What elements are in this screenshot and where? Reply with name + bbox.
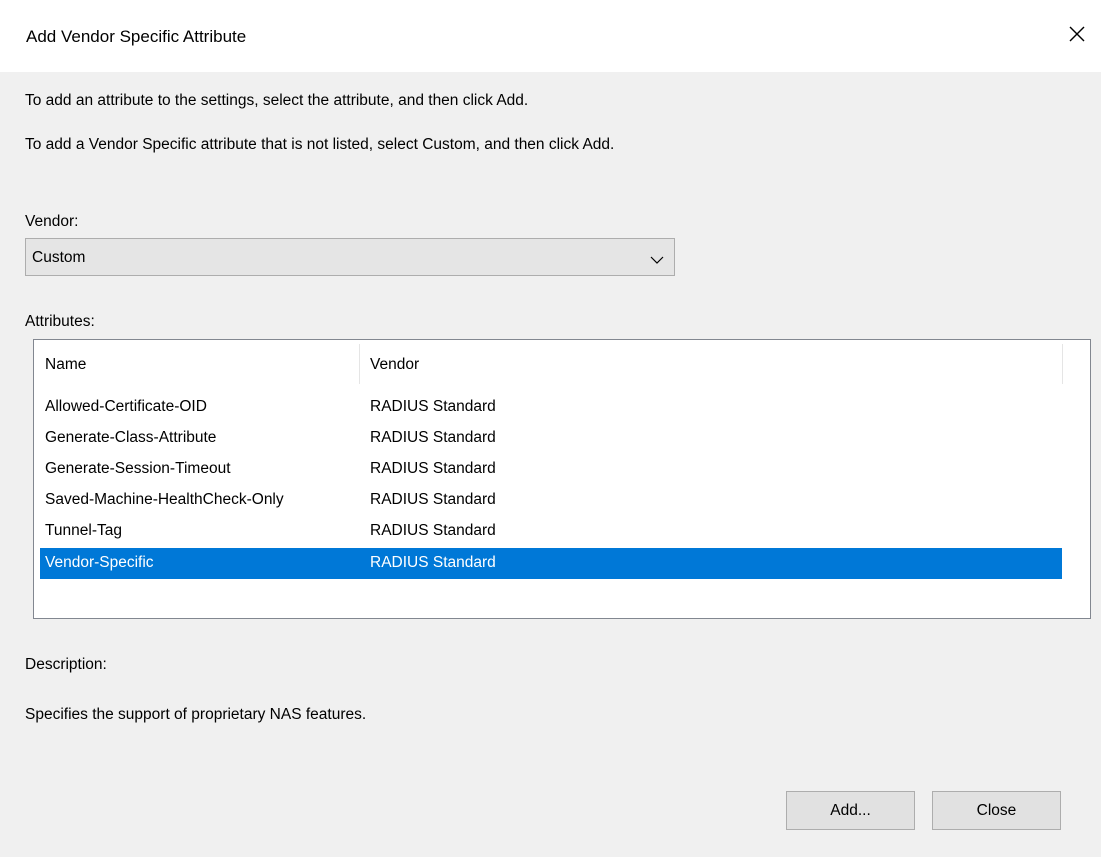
instruction-line-2: To add a Vendor Specific attribute that … <box>25 136 615 153</box>
add-button[interactable]: Add... <box>786 791 915 830</box>
chevron-down-icon <box>650 252 664 264</box>
attribute-vendor: RADIUS Standard <box>370 398 496 415</box>
attribute-name: Generate-Class-Attribute <box>45 429 217 446</box>
list-item[interactable]: Allowed-Certificate-OID RADIUS Standard <box>40 392 1062 423</box>
attribute-vendor: RADIUS Standard <box>370 554 496 571</box>
column-divider[interactable] <box>1062 344 1063 384</box>
window-title: Add Vendor Specific Attribute <box>26 27 247 46</box>
list-item[interactable]: Saved-Machine-HealthCheck-Only RADIUS St… <box>40 485 1062 516</box>
add-vendor-specific-attribute-dialog: Add Vendor Specific Attribute To add an … <box>0 0 1101 857</box>
attribute-vendor: RADIUS Standard <box>370 522 496 539</box>
vendor-label: Vendor: <box>25 213 79 230</box>
column-header-name[interactable]: Name <box>45 356 86 374</box>
list-item[interactable]: Generate-Session-Timeout RADIUS Standard <box>40 454 1062 485</box>
attributes-list[interactable]: Name Vendor Allowed-Certificate-OID RADI… <box>33 339 1091 619</box>
description-label: Description: <box>25 656 107 673</box>
close-button[interactable]: Close <box>932 791 1061 830</box>
list-item[interactable]: Generate-Class-Attribute RADIUS Standard <box>40 423 1062 454</box>
attributes-list-header: Name Vendor <box>34 340 1090 386</box>
column-header-vendor[interactable]: Vendor <box>370 356 419 374</box>
close-icon[interactable] <box>1063 20 1091 48</box>
attribute-name: Generate-Session-Timeout <box>45 460 231 477</box>
attribute-name: Allowed-Certificate-OID <box>45 398 207 415</box>
column-divider[interactable] <box>359 344 360 384</box>
attribute-vendor: RADIUS Standard <box>370 460 496 477</box>
list-item-selected[interactable]: Vendor-Specific RADIUS Standard <box>40 548 1062 579</box>
attribute-vendor: RADIUS Standard <box>370 491 496 508</box>
vendor-selected-value: Custom <box>32 249 86 266</box>
attribute-vendor: RADIUS Standard <box>370 429 496 446</box>
list-item[interactable]: Tunnel-Tag RADIUS Standard <box>40 516 1062 547</box>
description-text: Specifies the support of proprietary NAS… <box>25 706 367 723</box>
vendor-dropdown[interactable]: Custom <box>25 238 675 276</box>
attribute-name: Saved-Machine-HealthCheck-Only <box>45 491 284 508</box>
attribute-name: Vendor-Specific <box>45 554 154 571</box>
attribute-name: Tunnel-Tag <box>45 522 122 539</box>
title-bar: Add Vendor Specific Attribute <box>0 0 1101 72</box>
instruction-line-1: To add an attribute to the settings, sel… <box>25 92 529 109</box>
attributes-label: Attributes: <box>25 313 95 330</box>
